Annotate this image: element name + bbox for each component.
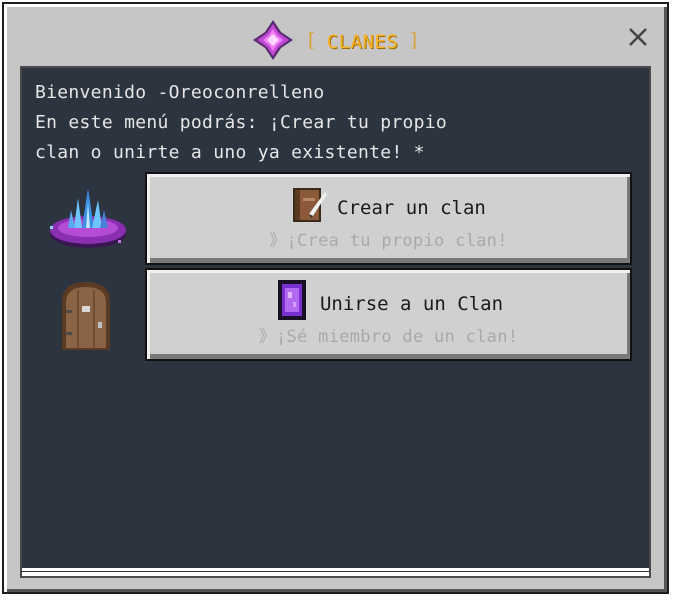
nether-portal-icon	[277, 280, 306, 320]
welcome-line-1: Bienvenido -Oreoconrelleno	[35, 82, 325, 103]
title-bracket-close: ]	[408, 29, 420, 51]
title-bracket-open: [	[305, 29, 317, 51]
welcome-line-2: En este menú podrás: ¡Crear tu propio	[35, 112, 448, 133]
close-icon[interactable]	[627, 26, 649, 48]
join-clan-header: Unirse a un Clan	[147, 280, 630, 320]
create-clan-label: Crear un clan	[337, 197, 486, 219]
welcome-line-3: clan o unirte a uno ya existente! *	[35, 142, 425, 163]
create-clan-button[interactable]: Crear un clan 》¡Crea tu propio clan!	[145, 172, 632, 265]
amethyst-gem-icon	[253, 20, 294, 60]
join-clan-label: Unirse a un Clan	[319, 293, 504, 315]
join-clan-button[interactable]: Unirse a un Clan 》¡Sé miembro de un clan…	[145, 268, 632, 361]
title-bar: [ CLANES ]	[4, 4, 667, 68]
purple-crystal-island-icon	[50, 188, 126, 248]
wooden-door-icon	[62, 282, 110, 350]
book-and-quill-icon	[293, 188, 328, 222]
create-clan-header: Crear un clan	[147, 184, 630, 224]
window-title: CLANES	[326, 31, 399, 53]
welcome-message: Bienvenido -Oreoconrelleno En este menú …	[35, 78, 635, 168]
join-clan-subtitle: 》¡Sé miembro de un clan!	[258, 327, 519, 347]
create-clan-subtitle: 》¡Crea tu propio clan!	[269, 231, 508, 251]
title-group: [ CLANES ]	[4, 18, 667, 62]
panel-divider	[22, 568, 649, 571]
